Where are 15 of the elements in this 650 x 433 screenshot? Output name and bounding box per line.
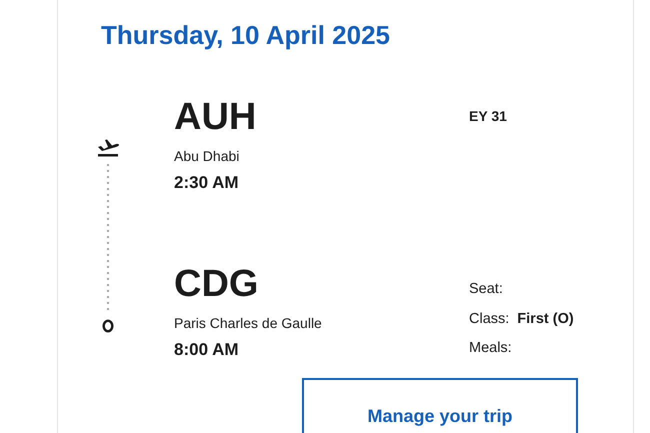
manage-trip-button[interactable]: Manage your trip [302,378,578,433]
detail-label: Seat: [469,281,503,297]
flight-time: 2:30 AM [174,172,240,194]
detail-label: Class: [469,310,510,326]
plane-takeoff-icon [96,137,120,157]
detail-label: Meals: [469,340,512,356]
detail-value: First (O) [517,310,574,326]
circle-icon [102,319,114,333]
flight-time: 8:00 AM [174,339,240,361]
airport-code: CDG [174,264,260,304]
city-name: Abu Dhabi [174,147,240,165]
city-name: Paris Charles de Gaulle [174,314,323,332]
flight-number: EY 31 [469,107,508,126]
flight-date: Thursday, 10 April 2025 [101,19,392,50]
airport-code: AUH [174,97,258,137]
